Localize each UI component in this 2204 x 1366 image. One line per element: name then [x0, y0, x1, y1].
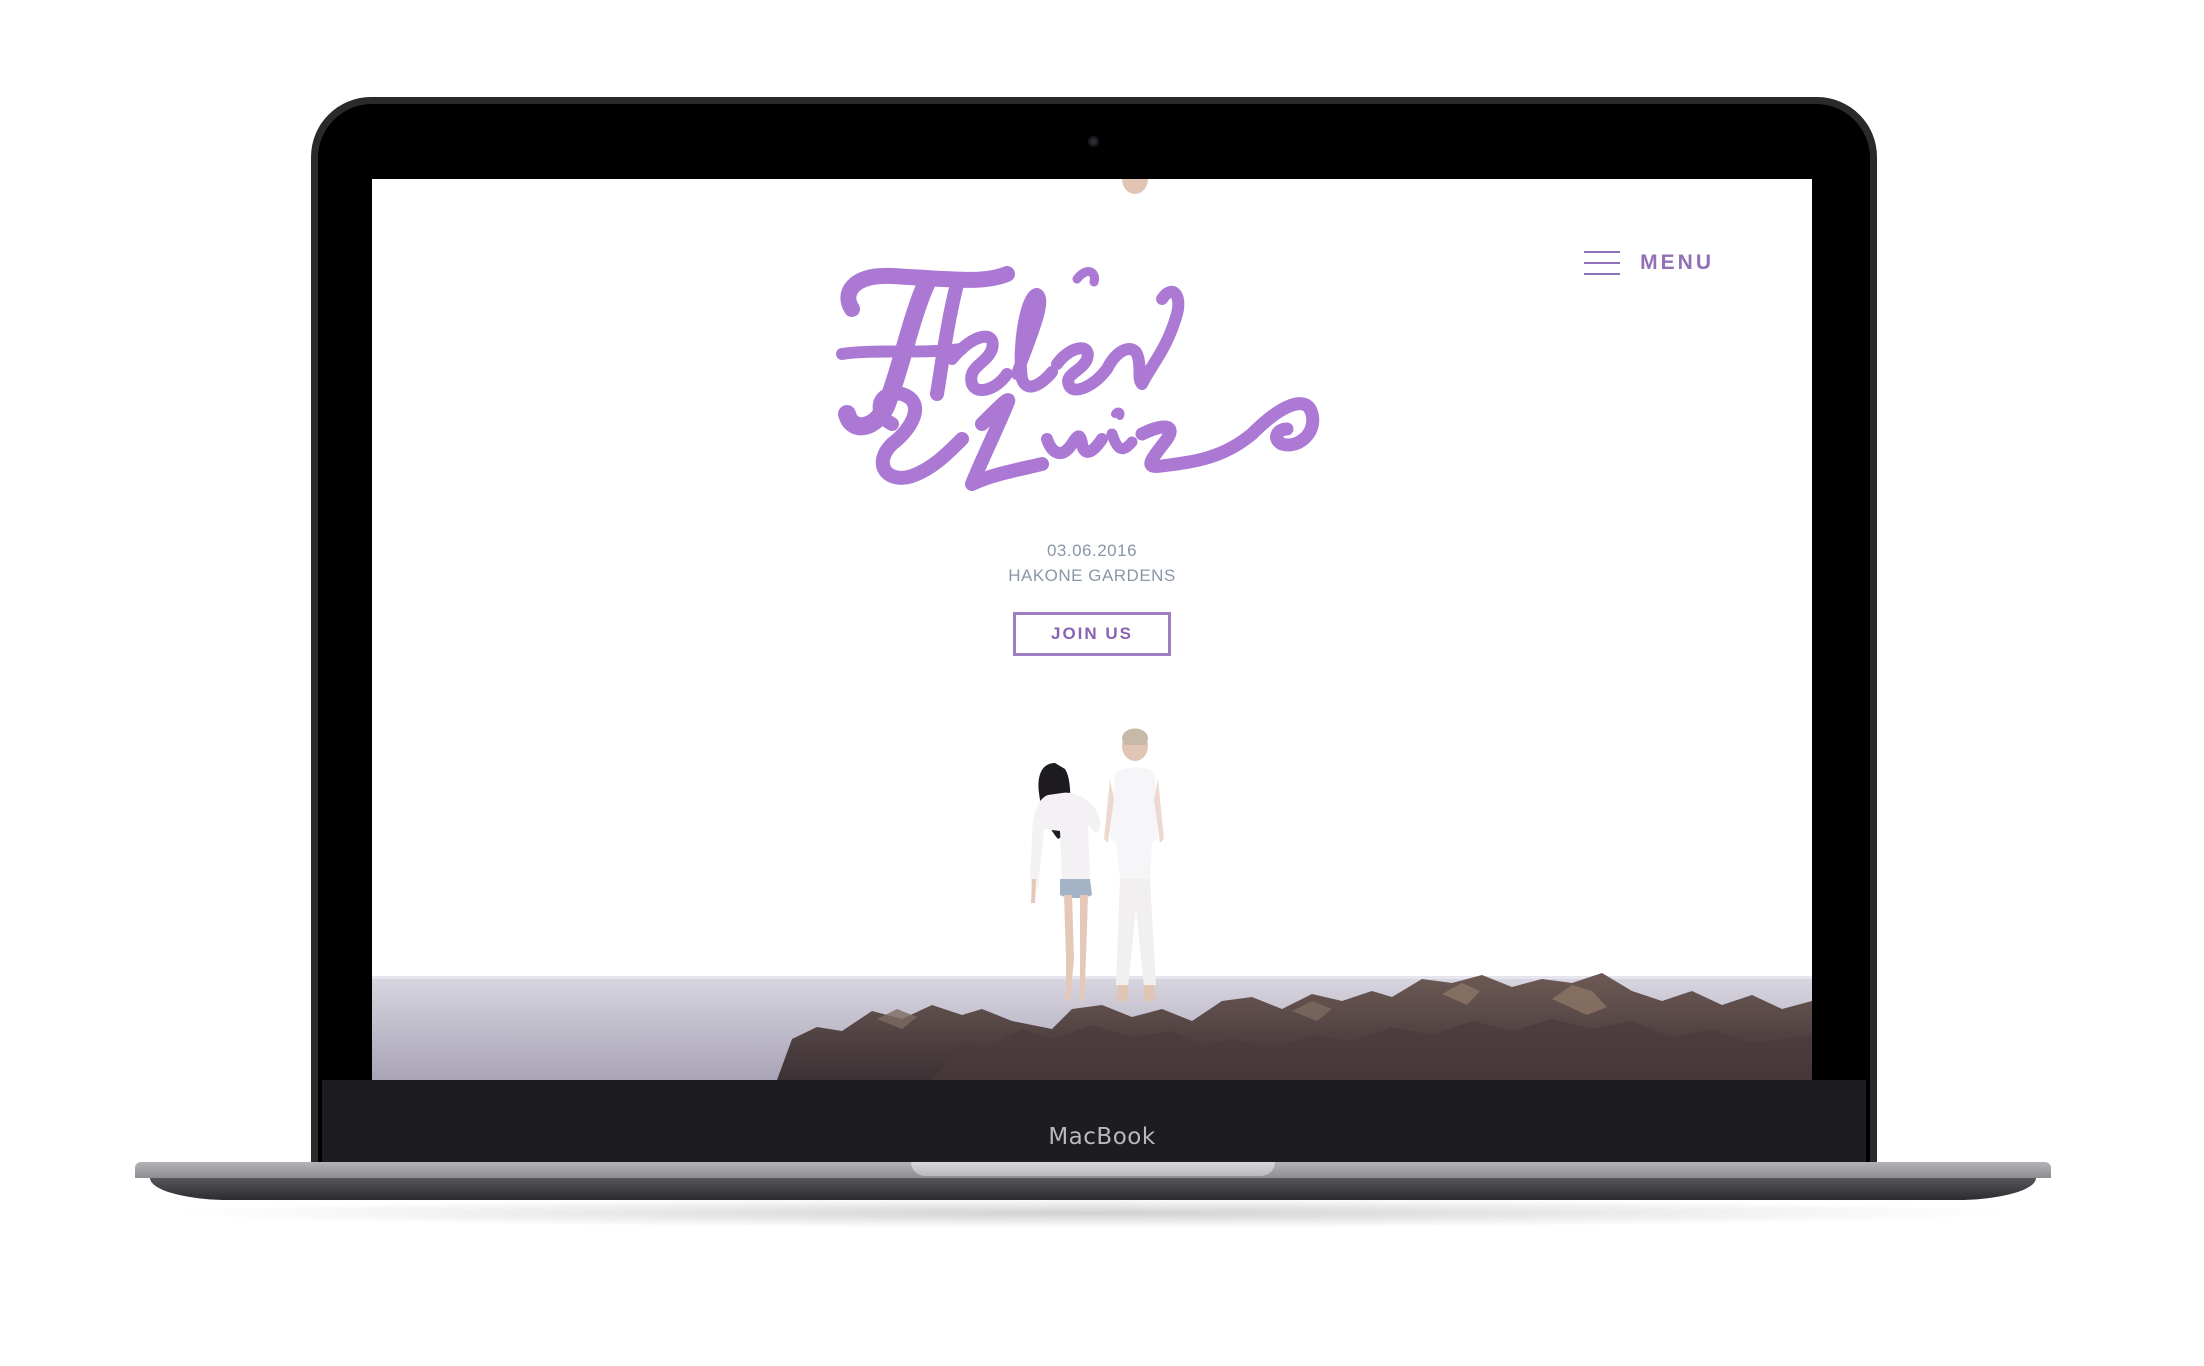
brand-label: MacBook	[1048, 1124, 1156, 1150]
event-venue: HAKONE GARDENS	[1008, 566, 1176, 585]
website-screen: MENU 03.06.2016 HAKONE GARDENS JOIN US	[372, 179, 1812, 1080]
menu-label: MENU	[1640, 251, 1714, 274]
join-us-button[interactable]: JOIN US	[1013, 612, 1171, 656]
hamburger-icon	[1584, 249, 1621, 277]
menu-button[interactable]: MENU	[1584, 249, 1714, 277]
event-date: 03.06.2016	[1046, 541, 1138, 560]
device-shadow	[160, 1198, 2026, 1228]
camera-icon	[1088, 136, 1099, 147]
device-mockup: MENU 03.06.2016 HAKONE GARDENS JOIN US M…	[0, 0, 2204, 1366]
couple-names-logo	[836, 266, 1320, 491]
woman-figure	[1030, 763, 1101, 1001]
laptop-notch	[911, 1162, 1275, 1176]
laptop-base-bottom	[150, 1178, 2036, 1200]
